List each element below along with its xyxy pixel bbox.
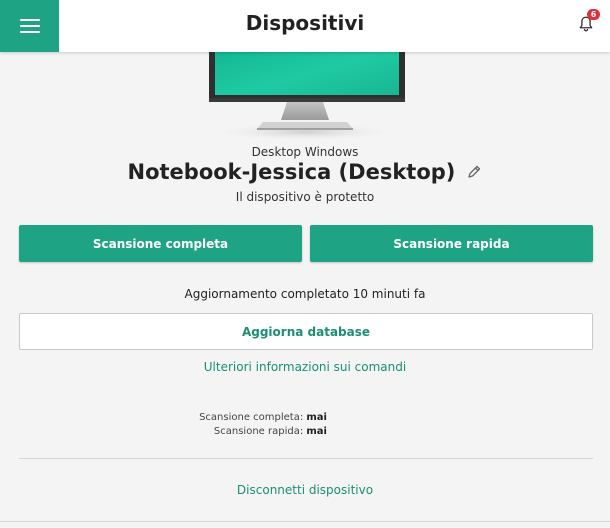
- notifications-button[interactable]: 6: [577, 9, 600, 34]
- full-scan-info: Scansione completa: mai: [199, 411, 327, 425]
- scan-info: Scansione completa: mai Scansione rapida…: [199, 411, 327, 439]
- full-scan-info-label: Scansione completa:: [199, 412, 304, 423]
- full-scan-info-value: mai: [306, 412, 327, 423]
- menu-button[interactable]: [0, 0, 59, 52]
- quick-scan-info-value: mai: [306, 426, 327, 437]
- device-status: Il dispositivo è protetto: [235, 190, 375, 204]
- full-scan-button[interactable]: Scansione completa: [19, 225, 302, 262]
- pencil-icon[interactable]: [466, 164, 482, 180]
- update-status: Aggiornamento completato 10 minuti fa: [184, 287, 426, 301]
- hamburger-menu-icon: [19, 15, 40, 37]
- commands-info-link[interactable]: Ulteriori informazioni sui comandi: [0, 360, 610, 374]
- update-database-button[interactable]: Aggiorna database: [19, 313, 593, 350]
- quick-scan-info-label: Scansione rapida:: [213, 426, 304, 437]
- page-title: Dispositivi: [245, 11, 365, 35]
- divider: [19, 458, 593, 459]
- device-type: Desktop Windows: [251, 145, 359, 159]
- notification-badge: 6: [587, 9, 600, 20]
- device-name-row: Notebook-Jessica (Desktop): [0, 160, 610, 184]
- desktop-monitor-icon: [195, 42, 415, 142]
- device-name: Notebook-Jessica (Desktop): [127, 160, 456, 184]
- quick-scan-button[interactable]: Scansione rapida: [310, 225, 593, 262]
- bottom-divider: [0, 521, 610, 522]
- disconnect-device-link[interactable]: Disconnetti dispositivo: [0, 483, 610, 497]
- app-header: Dispositivi 6: [0, 0, 610, 52]
- quick-scan-info: Scansione rapida: mai: [199, 425, 327, 439]
